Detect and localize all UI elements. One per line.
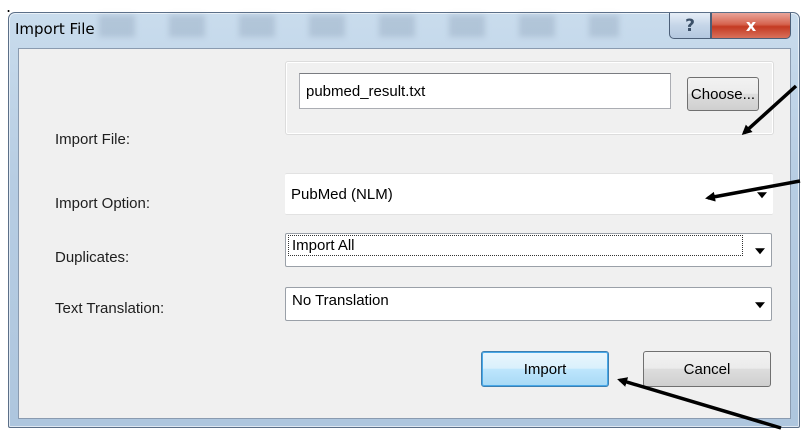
- duplicates-select[interactable]: Import All: [285, 233, 772, 267]
- import-option-value: PubMed (NLM): [291, 186, 393, 203]
- text-translation-label: Text Translation:: [55, 300, 165, 317]
- chevron-down-icon: [757, 192, 767, 199]
- cancel-button[interactable]: Cancel: [643, 351, 771, 387]
- import-file-input[interactable]: [299, 73, 671, 109]
- import-file-label: Import File:: [55, 131, 131, 148]
- import-button[interactable]: Import: [481, 351, 609, 387]
- close-button[interactable]: x: [711, 13, 791, 39]
- text-translation-value: No Translation: [292, 292, 389, 309]
- close-icon: x: [745, 16, 757, 35]
- leading-dot: .: [6, 0, 12, 16]
- dialog-body: Import File: Choose... Import Option: Pu…: [18, 48, 791, 419]
- help-button[interactable]: ?: [669, 13, 711, 39]
- import-option-select[interactable]: PubMed (NLM): [285, 173, 773, 215]
- duplicates-label: Duplicates:: [55, 249, 130, 266]
- duplicates-value: Import All: [288, 235, 743, 256]
- text-translation-select[interactable]: No Translation: [285, 287, 772, 321]
- chevron-down-icon: [755, 302, 765, 309]
- choose-button[interactable]: Choose...: [687, 77, 759, 111]
- dialog-title: Import File: [15, 20, 95, 38]
- chevron-down-icon: [755, 248, 765, 255]
- import-option-label: Import Option:: [55, 195, 151, 212]
- help-icon: ?: [685, 15, 695, 36]
